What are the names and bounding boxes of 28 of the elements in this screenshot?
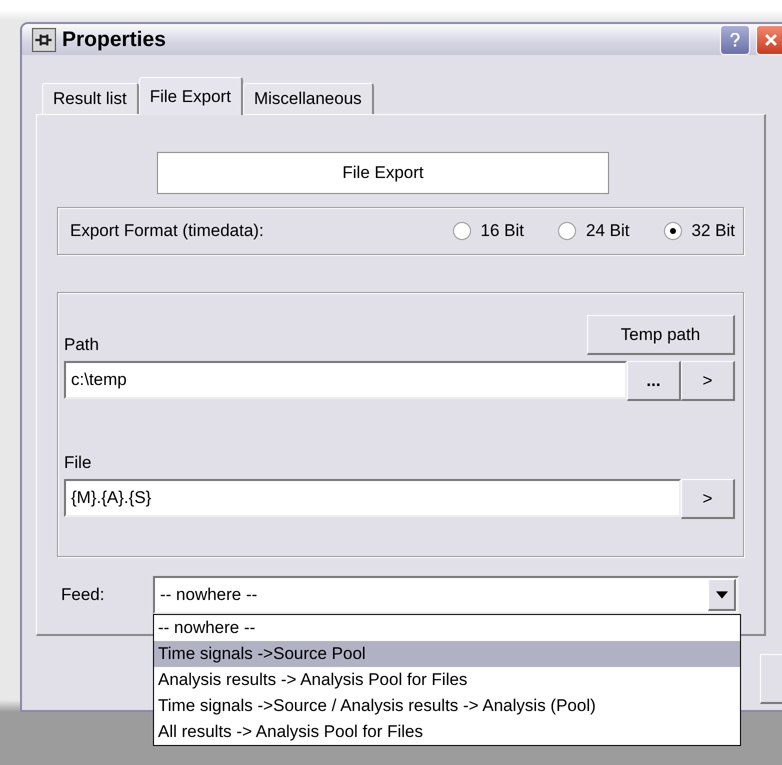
file-label: File [64,453,92,473]
tab[interactable]: File Export [138,77,243,115]
tab[interactable]: Miscellaneous [242,83,374,114]
temp-path-button[interactable]: Temp path [587,315,735,355]
browse-button[interactable]: ... [627,361,681,401]
browse-button[interactable]: > [681,479,735,519]
help-button[interactable] [720,24,750,54]
dropdown-option[interactable]: Time signals ->Source / Analysis results -> Analysis (Pool) [154,693,740,719]
dropdown-option[interactable]: All results -> Analysis Pool for Files [154,719,740,745]
pin-icon [32,28,56,52]
window-title: Properties [62,28,166,52]
path-field[interactable]: c:\temp [64,361,627,399]
close-icon [764,32,778,46]
radio-button[interactable]: 16 Bit [452,221,524,241]
close-button[interactable] [756,24,782,54]
section-heading: File Export [157,152,609,194]
path-label: Path [64,335,99,355]
radio-button[interactable]: 32 Bit [664,221,735,241]
radio-button[interactable]: 24 Bit [558,221,630,241]
dropdown-option[interactable]: Analysis results -> Analysis Pool for Files [154,667,740,693]
format-label: Export Format (timedata): [70,221,265,241]
dropdown-option[interactable]: Time signals ->Source Pool [154,641,740,667]
browse-button[interactable]: > [681,361,735,401]
question-mark-icon [728,32,742,46]
file-field[interactable]: {M}.{A}.{S} [64,479,681,517]
feed-label: Feed: [61,585,106,605]
tab[interactable]: Result list [42,83,139,114]
dropdown-option[interactable]: -- nowhere -- [154,615,740,641]
